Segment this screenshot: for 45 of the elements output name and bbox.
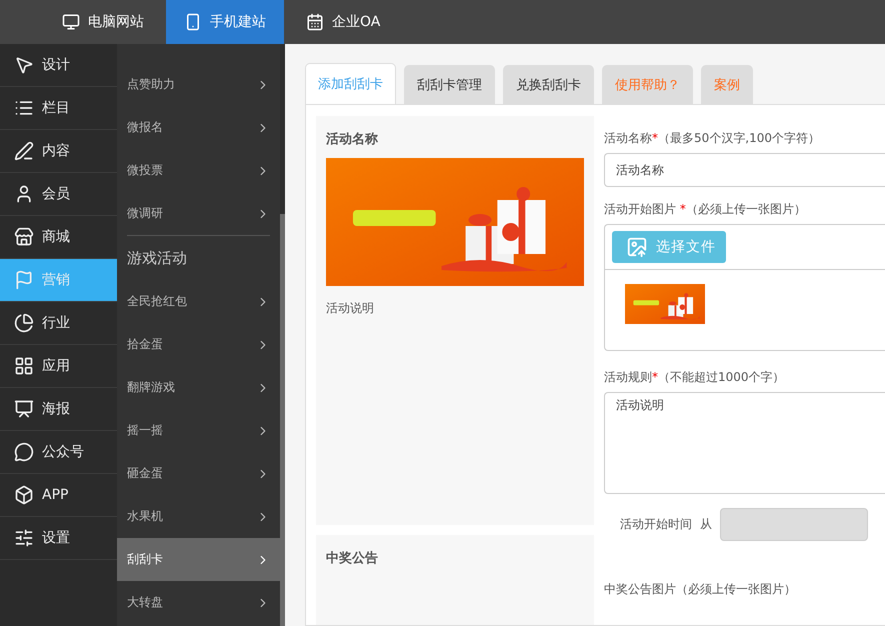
menu-icon — [14, 313, 34, 333]
top-nav-tab[interactable]: 手机建站 — [166, 0, 284, 44]
field-label: 活动开始图片 *（必须上传一张图片） — [604, 201, 807, 218]
menu-icon — [14, 141, 34, 161]
menu-icon — [14, 442, 34, 462]
menu-icon — [14, 356, 34, 376]
submenu-heading: 游戏活动 — [127, 235, 270, 280]
menu-icon — [14, 55, 34, 75]
image-upload-icon — [626, 236, 648, 258]
card-title: 中奖公告 — [326, 550, 379, 567]
rules-field[interactable]: 活动说明 — [604, 392, 885, 494]
field-label: 中奖公告图片（必须上传一张图片） — [604, 581, 797, 598]
menu-icon — [14, 485, 34, 505]
nav-icon — [306, 13, 324, 31]
submenu-item[interactable]: 点赞助力 — [117, 63, 280, 106]
activity-name-field[interactable]: 活动名称 — [604, 153, 885, 187]
start-time-field[interactable] — [720, 508, 868, 541]
submenu-item[interactable]: 摇一摇 — [117, 409, 280, 452]
scrollbar[interactable] — [280, 44, 285, 626]
field-label: 活动开始时间 — [620, 516, 692, 533]
menu-icon — [14, 399, 34, 419]
tab[interactable]: 兑换刮刮卡 — [503, 65, 594, 104]
submenu-item[interactable]: 微投票 — [117, 149, 280, 192]
submenu-item[interactable]: 全民抢红包 — [117, 280, 280, 323]
menu-icon — [14, 227, 34, 247]
submenu-item[interactable]: 微报名 — [117, 106, 280, 149]
menu-icon — [14, 270, 34, 290]
nav-icon — [62, 13, 80, 31]
top-nav-tab[interactable]: 电脑网站 — [40, 0, 166, 44]
from-label: 从 — [700, 516, 712, 533]
submenu-item[interactable]: 大转盘 — [117, 581, 280, 624]
tab[interactable]: 刮刮卡管理 — [404, 65, 495, 104]
submenu-item[interactable]: 砸金蛋 — [117, 452, 280, 495]
description-text: 活动说明 — [326, 300, 375, 317]
submenu-item[interactable]: 翻牌游戏 — [117, 366, 280, 409]
submenu-item[interactable]: 拾金蛋 — [117, 323, 280, 366]
top-nav-tab[interactable]: 企业OA — [284, 0, 402, 44]
card-title: 活动名称 — [326, 131, 379, 148]
submenu-item[interactable]: 微调研 — [117, 192, 280, 235]
submenu-item[interactable]: 刮刮卡 — [117, 538, 280, 581]
nav-icon — [184, 13, 202, 31]
field-label: 活动规则*（不能超过1000个字） — [604, 369, 786, 386]
submenu-item[interactable]: 水果机 — [117, 495, 280, 538]
menu-icon — [14, 528, 34, 548]
field-label: 活动名称*（最多50个汉字,100个字符） — [604, 130, 821, 147]
